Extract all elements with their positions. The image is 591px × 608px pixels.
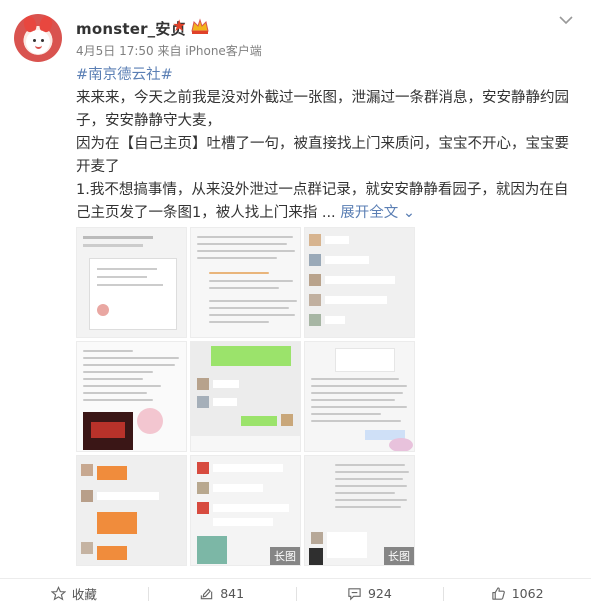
- repost-icon: [200, 588, 213, 600]
- action-bar: 收藏 841 924 1062: [0, 578, 591, 608]
- image-8[interactable]: 长图: [190, 455, 301, 566]
- repost-button[interactable]: 841: [147, 579, 296, 608]
- truncated-text: 1.我不想搞事情，从来没外泄过一点群记录，就安安静静看园子，就因为在自己主页发了…: [76, 182, 569, 221]
- comment-button[interactable]: 924: [295, 579, 444, 608]
- favorite-label: 收藏: [71, 587, 97, 602]
- image-6[interactable]: [304, 341, 415, 452]
- image-4[interactable]: [76, 341, 187, 452]
- post-meta: 4月5日 17:50 来自 iPhone客户端: [76, 44, 262, 58]
- avatar[interactable]: [14, 14, 62, 62]
- post-text: #南京德云社# 来来来，今天之前我是没对外截过一张图，泄漏过一条群消息，安安静静…: [76, 64, 574, 225]
- long-image-badge: 长图: [384, 547, 414, 565]
- image-1[interactable]: [76, 227, 187, 338]
- image-5[interactable]: [190, 341, 301, 452]
- comment-icon: [348, 588, 361, 601]
- paragraph-2: 因为在【自己主页】吐槽了一句，被直接找上门来质问，宝宝不开心，宝宝要开麦了: [76, 136, 569, 175]
- long-image-badge: 长图: [270, 547, 300, 565]
- like-count: 1062: [511, 586, 544, 601]
- chevron-down-icon[interactable]: [558, 14, 574, 26]
- weibo-post-card: monster_安贞 ★ 4月5日 17:50 来自 iPhone客户端 #南京…: [0, 0, 591, 608]
- like-button[interactable]: 1062: [443, 579, 591, 608]
- image-grid: 长图 长图: [76, 227, 415, 567]
- image-2[interactable]: [190, 227, 301, 338]
- favorite-button[interactable]: 收藏: [0, 579, 148, 608]
- hashtag-link[interactable]: #南京德云社#: [76, 67, 173, 83]
- username[interactable]: monster_安贞: [76, 18, 186, 39]
- star-icon: ★: [172, 16, 187, 35]
- image-3[interactable]: [304, 227, 415, 338]
- crown-icon: [191, 18, 209, 34]
- comment-count: 924: [367, 586, 392, 601]
- favorite-icon: [50, 586, 66, 601]
- image-9[interactable]: 长图: [304, 455, 415, 566]
- expand-full-text-link[interactable]: 展开全文 ⌄: [340, 205, 415, 221]
- image-7[interactable]: [76, 455, 187, 566]
- like-icon: [492, 587, 505, 600]
- paragraph-1: 来来来，今天之前我是没对外截过一张图，泄漏过一条群消息，安安静静约园子，安安静静…: [76, 90, 569, 129]
- repost-count: 841: [220, 586, 245, 601]
